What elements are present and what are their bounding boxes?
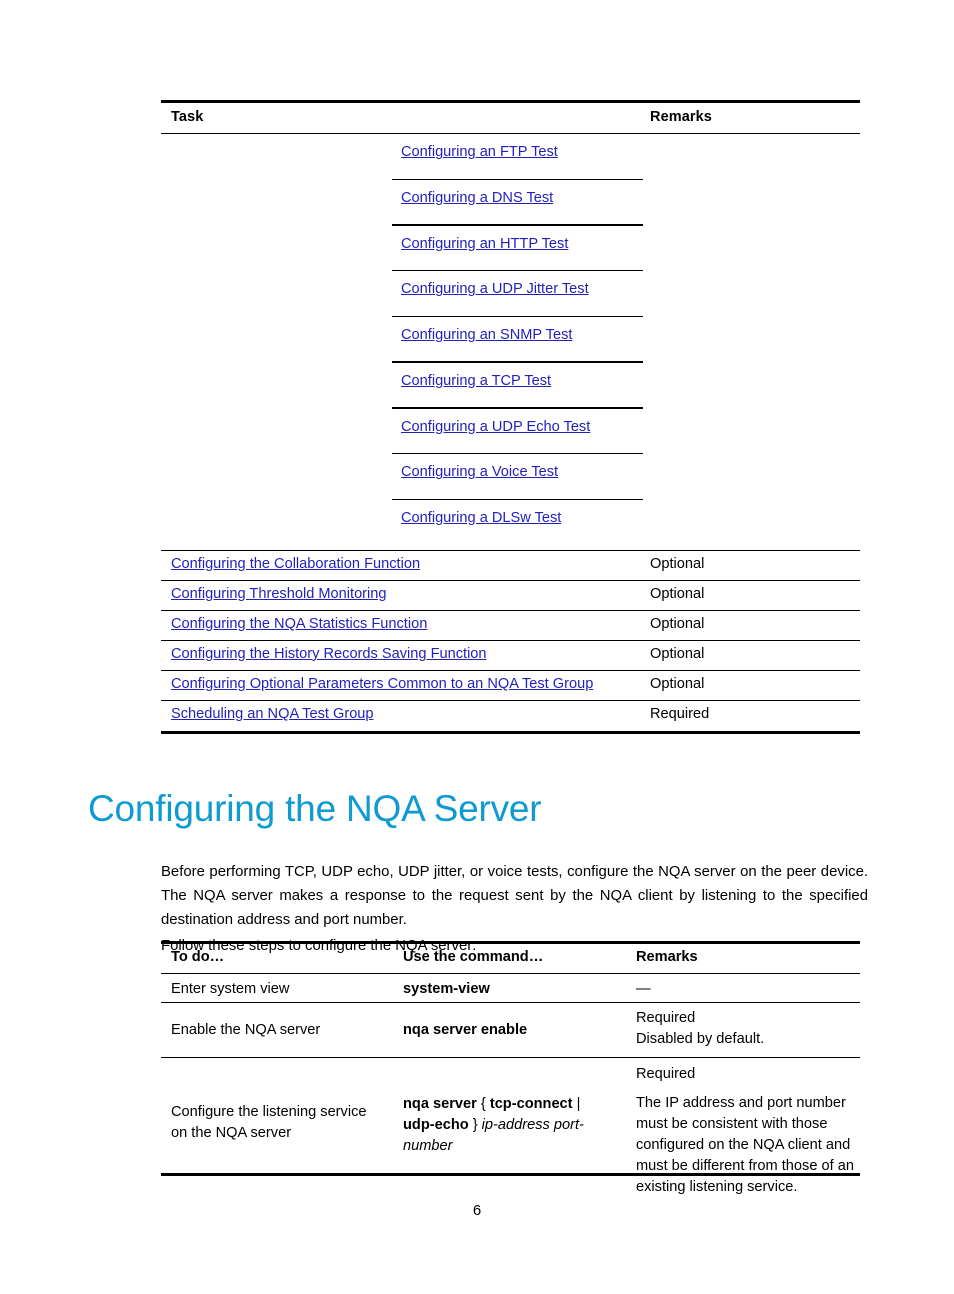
remarks-value: Optional bbox=[650, 645, 705, 662]
table2-header-todo: To do… bbox=[171, 949, 225, 965]
remarks-value: Optional bbox=[650, 615, 705, 632]
page-number: 6 bbox=[472, 1202, 482, 1219]
step-remarks: — bbox=[636, 981, 651, 998]
table1-bottom-rule bbox=[161, 730, 860, 734]
command-brace-open: { bbox=[480, 1096, 486, 1113]
link-configuring-threshold-monitoring[interactable]: Configuring Threshold Monitoring bbox=[171, 586, 387, 602]
table-row: Configuring Threshold Monitoring Optiona… bbox=[161, 581, 860, 611]
link-configuring-the-nqa-statistics-function[interactable]: Configuring the NQA Statistics Function bbox=[171, 616, 427, 632]
list-item: Configuring an SNMP Test bbox=[392, 317, 643, 363]
list-item: Configuring an FTP Test bbox=[392, 134, 643, 181]
link-configuring-a-dlsw-test[interactable]: Configuring a DLSw Test bbox=[401, 510, 561, 526]
list-item: Configuring a UDP Echo Test bbox=[392, 409, 643, 455]
table-row: Configuring the History Records Saving F… bbox=[161, 641, 860, 671]
link-configuring-a-udp-jitter-test[interactable]: Configuring a UDP Jitter Test bbox=[401, 281, 589, 297]
table2-header-remarks: Remarks bbox=[636, 949, 698, 965]
step-command: nqa server enable bbox=[403, 1022, 528, 1039]
step-remarks: Required Disabled by default. bbox=[636, 1008, 764, 1050]
link-configuring-an-http-test[interactable]: Configuring an HTTP Test bbox=[401, 236, 568, 252]
test-configuration-subtable: Configuring an FTP Test Configuring a DN… bbox=[392, 134, 643, 545]
step-remarks-line: Required bbox=[636, 1010, 696, 1027]
nqa-server-steps-table: To do… Use the command… Remarks Enter sy… bbox=[161, 941, 860, 1195]
list-item: Configuring a DLSw Test bbox=[392, 500, 643, 546]
list-item: Configuring a Voice Test bbox=[392, 454, 643, 500]
link-configuring-a-dns-test[interactable]: Configuring a DNS Test bbox=[401, 190, 553, 206]
command-option-udp-echo: udp-echo bbox=[403, 1117, 469, 1134]
link-configuring-an-snmp-test[interactable]: Configuring an SNMP Test bbox=[401, 327, 572, 343]
list-item: Configuring an HTTP Test bbox=[392, 226, 643, 272]
remarks-value: Optional bbox=[650, 585, 705, 602]
link-configuring-an-ftp-test[interactable]: Configuring an FTP Test bbox=[401, 144, 558, 160]
command-pipe: | bbox=[576, 1096, 581, 1113]
step-todo: Enter system view bbox=[171, 981, 290, 998]
table-row: Configuring the Collaboration Function O… bbox=[161, 551, 860, 581]
command-param-ip-address: ip-address bbox=[481, 1117, 550, 1134]
table-row: Enter system view system-view — bbox=[161, 974, 860, 1004]
link-configuring-a-voice-test[interactable]: Configuring a Voice Test bbox=[401, 464, 558, 480]
link-configuring-the-collaboration-function[interactable]: Configuring the Collaboration Function bbox=[171, 556, 420, 572]
table-row: Configure the listening service on the N… bbox=[161, 1058, 860, 1195]
step-command: system-view bbox=[403, 981, 490, 998]
table1-header-row: Task Remarks bbox=[161, 103, 860, 133]
task-remarks-table: Task Remarks Configuring an FTP Test Con… bbox=[161, 100, 860, 734]
list-item: Configuring a UDP Jitter Test bbox=[392, 271, 643, 318]
command-brace-close: } bbox=[472, 1117, 478, 1134]
list-item: Configuring a TCP Test bbox=[392, 363, 643, 409]
step-command: nqa server { tcp-connect | udp-echo } ip… bbox=[403, 1094, 623, 1157]
command-option-tcp-connect: tcp-connect bbox=[489, 1096, 573, 1113]
remarks-value: Required bbox=[650, 705, 710, 722]
step-todo: Enable the NQA server bbox=[171, 1022, 321, 1039]
table2-header-command: Use the command… bbox=[403, 949, 544, 965]
remarks-value: Optional bbox=[650, 555, 705, 572]
link-configuring-a-tcp-test[interactable]: Configuring a TCP Test bbox=[401, 373, 551, 389]
step-remarks-line: The IP address and port number must be c… bbox=[636, 1095, 854, 1196]
intro-paragraph: Before performing TCP, UDP echo, UDP jit… bbox=[161, 863, 868, 929]
link-configuring-a-udp-echo-test[interactable]: Configuring a UDP Echo Test bbox=[401, 419, 590, 435]
table1-header-remarks: Remarks bbox=[650, 109, 712, 125]
step-remarks-line: Required bbox=[636, 1066, 696, 1083]
table1-header-task: Task bbox=[171, 109, 204, 125]
step-remarks-line: Disabled by default. bbox=[636, 1031, 765, 1048]
table2-header-row: To do… Use the command… Remarks bbox=[161, 944, 860, 973]
list-item: Configuring a DNS Test bbox=[392, 180, 643, 226]
link-configuring-the-history-records-saving-function[interactable]: Configuring the History Records Saving F… bbox=[171, 646, 487, 662]
document-page: Task Remarks Configuring an FTP Test Con… bbox=[0, 0, 954, 1294]
table-row: Scheduling an NQA Test Group Required bbox=[161, 701, 860, 731]
step-remarks: Required The IP address and port number … bbox=[636, 1064, 856, 1198]
link-scheduling-an-nqa-test-group[interactable]: Scheduling an NQA Test Group bbox=[171, 706, 374, 722]
remarks-value: Optional bbox=[650, 675, 705, 692]
step-todo: Configure the listening service on the N… bbox=[171, 1104, 367, 1142]
link-configuring-optional-parameters-common-to-an-nqa-test-group[interactable]: Configuring Optional Parameters Common t… bbox=[171, 676, 593, 692]
command-keyword: nqa server bbox=[403, 1096, 477, 1113]
table-row: Enable the NQA server nqa server enable … bbox=[161, 1003, 860, 1059]
page-title: Configuring the NQA Server bbox=[88, 788, 542, 829]
table-row: Configuring Optional Parameters Common t… bbox=[161, 671, 860, 701]
table-row: Configuring the NQA Statistics Function … bbox=[161, 611, 860, 641]
